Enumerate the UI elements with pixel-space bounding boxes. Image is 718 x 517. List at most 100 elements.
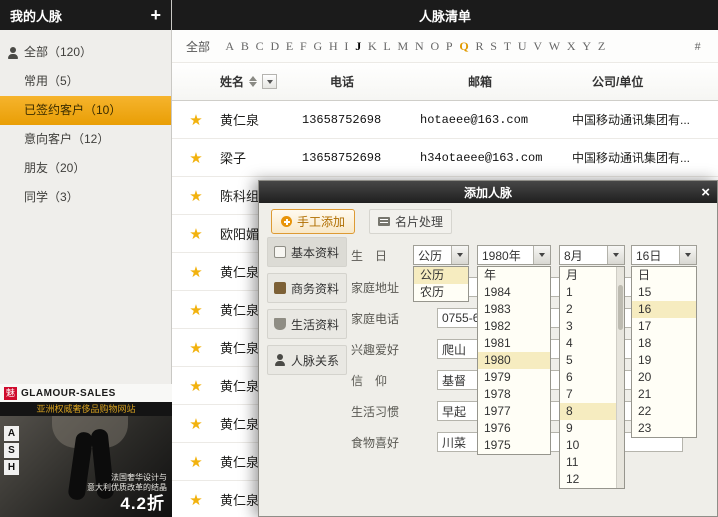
dropdown-option[interactable]: 21 xyxy=(632,386,696,403)
year-select[interactable]: 1980年 xyxy=(477,245,551,265)
star-icon[interactable]: ★ xyxy=(172,187,220,205)
star-icon[interactable]: ★ xyxy=(172,263,220,281)
star-icon[interactable]: ★ xyxy=(172,149,220,167)
dropdown-option[interactable]: 1982 xyxy=(478,318,550,335)
column-email[interactable]: 邮箱 xyxy=(420,73,572,90)
modal-tab[interactable]: 基本资料 xyxy=(267,237,347,267)
star-icon[interactable]: ★ xyxy=(172,301,220,319)
sidebar-item[interactable]: 同学（3） xyxy=(0,183,171,212)
chevron-down-icon[interactable] xyxy=(607,246,624,264)
dropdown-option[interactable]: 10 xyxy=(560,437,624,454)
column-company[interactable]: 公司/单位 xyxy=(572,73,718,90)
dropdown-option[interactable]: 15 xyxy=(632,284,696,301)
dropdown-option[interactable]: 4 xyxy=(560,335,624,352)
dropdown-option[interactable]: 3 xyxy=(560,318,624,335)
alphabet-letter[interactable]: Y xyxy=(579,39,594,54)
chevron-down-icon[interactable] xyxy=(451,246,468,264)
alphabet-letter[interactable]: W xyxy=(545,39,563,54)
dropdown-option[interactable]: 1976 xyxy=(478,420,550,437)
alphabet-letter[interactable]: M xyxy=(394,39,411,54)
sort-icon[interactable] xyxy=(249,76,258,87)
alphabet-letter[interactable]: H xyxy=(326,39,341,54)
dropdown-option[interactable]: 23 xyxy=(632,420,696,437)
sidebar-item[interactable]: 朋友（20） xyxy=(0,154,171,183)
modal-tab[interactable]: 商务资料 xyxy=(267,273,347,303)
alphabet-letter[interactable]: E xyxy=(283,39,297,54)
add-group-button[interactable]: + xyxy=(150,6,161,24)
dropdown-option[interactable]: 6 xyxy=(560,369,624,386)
alphabet-letter[interactable]: V xyxy=(530,39,545,54)
column-name[interactable]: 姓名 xyxy=(220,73,302,90)
dropdown-option[interactable]: 8 xyxy=(560,403,624,420)
chevron-down-icon[interactable] xyxy=(679,246,696,264)
card-process-button[interactable]: 名片处理 xyxy=(369,209,453,234)
scrollbar-thumb[interactable] xyxy=(618,285,623,330)
alphabet-letter[interactable]: S xyxy=(487,39,500,54)
dropdown-option[interactable]: 1984 xyxy=(478,284,550,301)
star-icon[interactable]: ★ xyxy=(172,225,220,243)
close-icon[interactable]: × xyxy=(701,181,710,203)
star-icon[interactable]: ★ xyxy=(172,453,220,471)
alphabet-letter[interactable]: T xyxy=(500,39,514,54)
dropdown-option[interactable]: 5 xyxy=(560,352,624,369)
calendar-select[interactable]: 公历 xyxy=(413,245,469,265)
alphabet-letter[interactable]: N xyxy=(412,39,427,54)
name-filter-dropdown[interactable] xyxy=(262,74,278,89)
alphabet-letter[interactable]: X xyxy=(564,39,579,54)
manual-add-button[interactable]: 手工添加 xyxy=(271,209,356,234)
sidebar-item[interactable]: 全部（120） xyxy=(0,38,171,67)
column-phone[interactable]: 电话 xyxy=(302,73,420,90)
dropdown-option[interactable]: 农历 xyxy=(414,284,468,301)
dropdown-option[interactable]: 16 xyxy=(632,301,696,318)
alphabet-letter[interactable]: I xyxy=(341,39,352,54)
alphabet-letter[interactable]: K xyxy=(365,39,380,54)
star-icon[interactable]: ★ xyxy=(172,339,220,357)
modal-tab[interactable]: 人脉关系 xyxy=(267,345,347,375)
dropdown-option[interactable]: 18 xyxy=(632,335,696,352)
alphabet-all[interactable]: 全部 xyxy=(186,38,210,55)
modal-tab[interactable]: 生活资料 xyxy=(267,309,347,339)
star-icon[interactable]: ★ xyxy=(172,111,220,129)
sidebar-item[interactable]: 意向客户（12） xyxy=(0,125,171,154)
alphabet-letter[interactable]: P xyxy=(443,39,456,54)
dropdown-option[interactable]: 日 xyxy=(632,267,696,284)
alphabet-letter[interactable]: C xyxy=(252,39,267,54)
alphabet-letter[interactable]: G xyxy=(310,39,325,54)
sidebar-item[interactable]: 已签约客户（10） xyxy=(0,96,171,125)
dropdown-option[interactable]: 2 xyxy=(560,301,624,318)
dropdown-option[interactable]: 12 xyxy=(560,471,624,488)
chevron-down-icon[interactable] xyxy=(533,246,550,264)
dropdown-option[interactable]: 20 xyxy=(632,369,696,386)
alphabet-letter[interactable]: J xyxy=(352,39,365,54)
star-icon[interactable]: ★ xyxy=(172,377,220,395)
alphabet-letter[interactable]: Z xyxy=(594,39,608,54)
dropdown-option[interactable]: 22 xyxy=(632,403,696,420)
dropdown-option[interactable]: 月 xyxy=(560,267,624,284)
dropdown-option[interactable]: 9 xyxy=(560,420,624,437)
alphabet-letter[interactable]: Q xyxy=(456,39,472,54)
alphabet-letter[interactable]: U xyxy=(515,39,530,54)
table-row[interactable]: ★ 黄仁泉 13658752698 hotaeee@163.com 中国移动通讯集团有.… xyxy=(172,101,718,139)
alphabet-letter[interactable]: F xyxy=(297,39,310,54)
ad-banner[interactable]: 魅 GLAMOUR-SALES 亚洲权威奢侈品购物网站 ASH 法国奢华设计与 … xyxy=(0,384,172,517)
dropdown-option[interactable]: 19 xyxy=(632,352,696,369)
sidebar-item[interactable]: 常用（5） xyxy=(0,67,171,96)
dropdown-option[interactable]: 年 xyxy=(478,267,550,284)
dropdown-option[interactable]: 1978 xyxy=(478,386,550,403)
alphabet-letter[interactable]: R xyxy=(472,39,487,54)
dropdown-option[interactable]: 1980 xyxy=(478,352,550,369)
day-select[interactable]: 16日 xyxy=(631,245,697,265)
scrollbar[interactable] xyxy=(616,267,624,488)
dropdown-option[interactable]: 1983 xyxy=(478,301,550,318)
alphabet-letter[interactable]: A xyxy=(222,39,237,54)
star-icon[interactable]: ★ xyxy=(172,491,220,509)
dropdown-option[interactable]: 7 xyxy=(560,386,624,403)
alphabet-letter[interactable]: B xyxy=(237,39,252,54)
table-row[interactable]: ★ 梁子 13658752698 h34otaeee@163.com 中国移动通讯集团有… xyxy=(172,139,718,177)
alphabet-letter[interactable]: O xyxy=(427,39,442,54)
alphabet-hash[interactable]: # xyxy=(691,39,704,54)
dropdown-option[interactable]: 1979 xyxy=(478,369,550,386)
alphabet-letter[interactable]: D xyxy=(267,39,282,54)
dropdown-option[interactable]: 1977 xyxy=(478,403,550,420)
dropdown-option[interactable]: 公历 xyxy=(414,267,468,284)
